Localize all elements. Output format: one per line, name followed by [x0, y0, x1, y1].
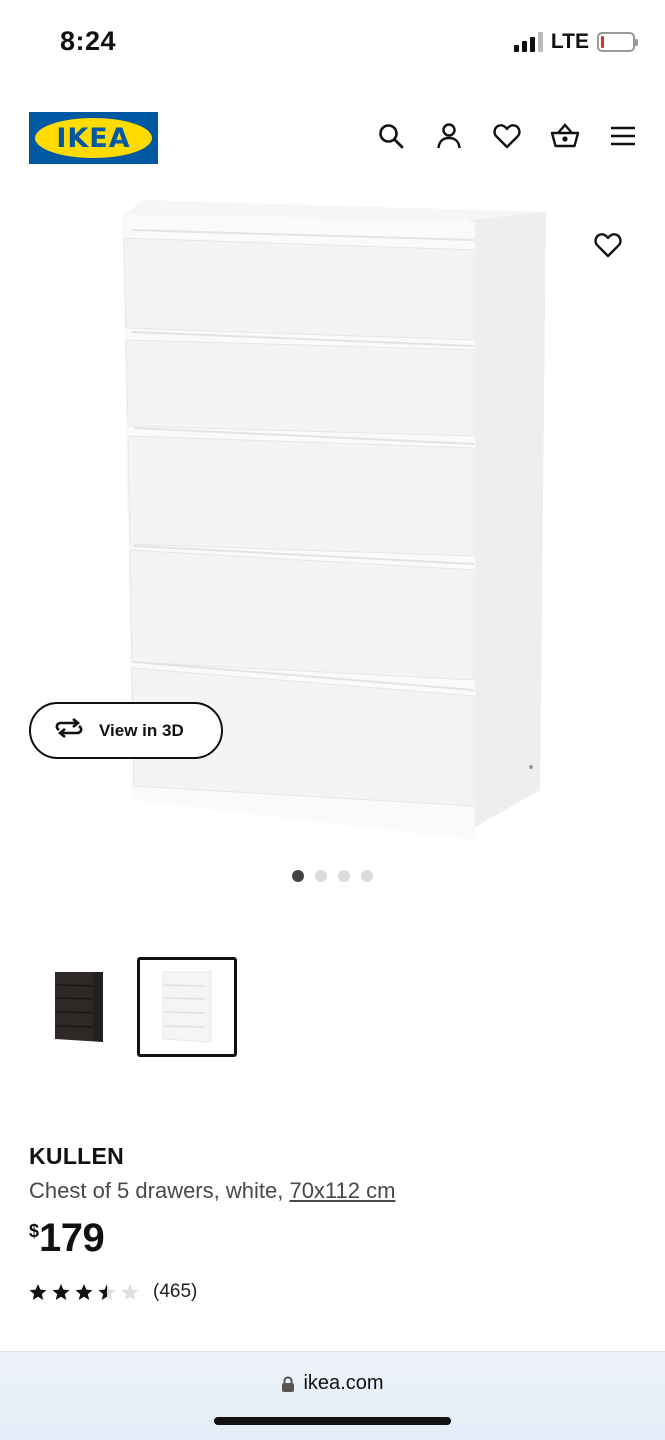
- product-name: KULLEN: [29, 1143, 125, 1169]
- add-to-favourites-icon[interactable]: [591, 228, 625, 262]
- product-rating[interactable]: (465): [29, 1281, 639, 1303]
- lock-icon: [282, 1376, 295, 1392]
- black-brown-chest-image: [54, 972, 104, 1042]
- star-icon: [98, 1284, 116, 1300]
- star-icon: [29, 1284, 47, 1300]
- currency-symbol: $: [29, 1221, 40, 1241]
- account-icon[interactable]: [433, 120, 465, 152]
- status-indicators: LTE: [513, 30, 638, 54]
- variant-thumbnail-black-brown[interactable]: [29, 957, 129, 1057]
- basket-icon[interactable]: [549, 120, 581, 152]
- variant-thumbnail-white[interactable]: [137, 957, 237, 1057]
- product-type: Chest of 5 drawers, white,: [29, 1178, 290, 1203]
- search-icon[interactable]: [375, 120, 407, 152]
- pagination-dot[interactable]: [338, 870, 350, 882]
- product-size-link[interactable]: 70x112 cm: [289, 1178, 395, 1203]
- product-description: Chest of 5 drawers, white, 70x112 cm: [29, 1178, 639, 1204]
- url-field[interactable]: ikea.com: [0, 1372, 665, 1395]
- network-label: LTE: [550, 30, 589, 53]
- review-count: (465): [153, 1281, 198, 1302]
- status-time: 8:24: [60, 26, 117, 56]
- pagination-dot[interactable]: [315, 870, 327, 882]
- rotate-3d-icon: [53, 717, 85, 744]
- ikea-logo[interactable]: IKEA: [29, 112, 158, 164]
- browser-address-bar: ikea.com: [0, 1351, 665, 1440]
- variant-thumbnails: [29, 957, 237, 1057]
- product-gallery[interactable]: View in 3D: [0, 190, 665, 890]
- status-bar: 8:24 LTE: [0, 0, 665, 86]
- header-actions: [375, 120, 639, 152]
- home-indicator[interactable]: [214, 1417, 451, 1425]
- product-price: $ 179: [29, 1216, 639, 1261]
- logo-text: IKEA: [56, 122, 131, 154]
- star-icon: [121, 1284, 139, 1300]
- price-value: 179: [39, 1216, 105, 1260]
- pagination-dot[interactable]: [361, 870, 373, 882]
- star-icon: [75, 1284, 93, 1300]
- pagination-dot[interactable]: [292, 870, 304, 882]
- battery-icon: [597, 32, 638, 52]
- rating-stars: [29, 1283, 139, 1301]
- signal-icon: [513, 32, 543, 52]
- heart-icon[interactable]: [491, 120, 523, 152]
- product-info: KULLEN Chest of 5 drawers, white, 70x112…: [29, 1143, 639, 1303]
- view-in-3d-button[interactable]: View in 3D: [29, 702, 223, 759]
- gallery-pagination: [0, 870, 665, 882]
- view-in-3d-label: View in 3D: [99, 720, 184, 740]
- menu-icon[interactable]: [607, 120, 639, 152]
- white-chest-image: [162, 971, 212, 1043]
- url-text: ikea.com: [303, 1372, 384, 1394]
- site-header: IKEA: [0, 108, 665, 168]
- star-icon: [52, 1284, 70, 1300]
